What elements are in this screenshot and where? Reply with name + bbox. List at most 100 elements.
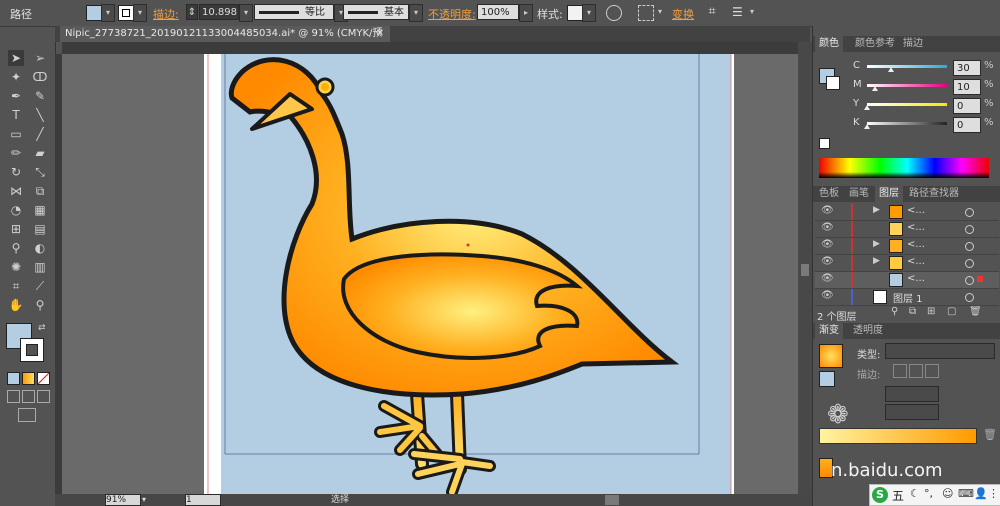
gradient-angle-field[interactable]: [885, 386, 939, 402]
perspective-grid-tool-icon[interactable]: ▦: [32, 202, 48, 218]
expand-arrow-icon[interactable]: ▶: [873, 205, 880, 215]
tab-color[interactable]: 颜色: [815, 36, 843, 52]
lasso-tool-icon[interactable]: ↀ: [32, 69, 48, 85]
none-swatch[interactable]: [819, 138, 830, 149]
gradient-preview[interactable]: [819, 344, 843, 368]
align-icon[interactable]: [638, 5, 654, 21]
layer-row[interactable]: 👁 ▶ <...: [815, 255, 999, 272]
shape-builder-tool-icon[interactable]: ◔: [8, 202, 24, 218]
zoom-tool-icon[interactable]: ⚲: [32, 297, 48, 313]
gradient-stroke-option-1[interactable]: [893, 364, 907, 378]
brush-select[interactable]: 基本: [343, 4, 409, 20]
slice-tool-icon[interactable]: ⟋: [32, 278, 48, 294]
horizontal-scroll-thumb[interactable]: [605, 495, 619, 505]
width-tool-icon[interactable]: ⋈: [8, 183, 24, 199]
channel-value-field[interactable]: 0: [953, 98, 981, 114]
selection-tool-icon[interactable]: ➤: [8, 50, 24, 66]
new-sublayer-icon[interactable]: ⊞: [927, 306, 935, 317]
layer-row[interactable]: 👁 图层 1: [815, 289, 999, 306]
draw-behind-icon[interactable]: [22, 390, 35, 403]
channel-slider-knob[interactable]: [864, 105, 870, 110]
visibility-eye-icon[interactable]: 👁: [821, 205, 834, 216]
gradient-aspect-field[interactable]: [885, 404, 939, 420]
none-mode-icon[interactable]: [37, 372, 50, 385]
free-transform-tool-icon[interactable]: ⧉: [32, 183, 48, 199]
recolor-icon[interactable]: [606, 5, 622, 21]
direct-selection-tool-icon[interactable]: ➢: [32, 50, 48, 66]
selection-indicator[interactable]: [977, 276, 983, 282]
scale-tool-icon[interactable]: ⤡: [32, 164, 48, 180]
stroke-dropdown[interactable]: ▾: [133, 4, 147, 22]
vertical-scrollbar[interactable]: [798, 42, 812, 494]
stroke-stepper[interactable]: ⇕: [186, 4, 198, 20]
layer-row[interactable]: 👁 ▶ <...: [815, 204, 999, 221]
type-tool-icon[interactable]: T: [8, 107, 24, 123]
duck-illustration[interactable]: [62, 54, 798, 494]
visibility-eye-icon[interactable]: 👁: [821, 222, 834, 233]
target-circle-icon[interactable]: [965, 276, 974, 285]
fill-dropdown[interactable]: ▾: [101, 4, 115, 22]
document-tab[interactable]: Nipic_27738721_20190121133004485034.ai* …: [60, 26, 390, 55]
rotate-tool-icon[interactable]: ↻: [8, 164, 24, 180]
artboard-number-field[interactable]: 1: [185, 494, 221, 506]
tab-pathfinder[interactable]: 路径查找器: [905, 186, 963, 202]
style-dropdown[interactable]: ▾: [582, 4, 596, 22]
swap-fill-stroke-icon[interactable]: ⇄: [38, 323, 48, 333]
ime-smile-icon[interactable]: ☺: [942, 487, 953, 500]
channel-slider-knob[interactable]: [872, 86, 878, 91]
column-graph-tool-icon[interactable]: ▥: [32, 259, 48, 275]
gradient-fill-box[interactable]: [819, 371, 835, 387]
close-tab-icon[interactable]: ✕: [376, 26, 384, 42]
channel-slider[interactable]: [867, 65, 947, 68]
ime-user-icon[interactable]: 👤: [974, 487, 988, 500]
isolate-icon[interactable]: ⌗: [704, 4, 720, 20]
stroke-profile-select[interactable]: 等比: [254, 4, 334, 20]
style-swatch[interactable]: [567, 5, 583, 21]
pencil-tool-icon[interactable]: ✏: [8, 145, 24, 161]
stroke-width-dropdown[interactable]: ▾: [239, 4, 253, 22]
eyedropper-tool-icon[interactable]: ⚲: [8, 240, 24, 256]
delete-layer-icon[interactable]: 🗑: [969, 306, 982, 317]
target-circle-icon[interactable]: [965, 259, 974, 268]
ime-moon-icon[interactable]: ☾: [910, 487, 920, 500]
pen-tool-icon[interactable]: ✒: [8, 88, 24, 104]
brush-dropdown[interactable]: ▾: [409, 4, 423, 22]
draw-normal-icon[interactable]: [7, 390, 20, 403]
expand-arrow-icon[interactable]: ▶: [873, 256, 880, 266]
gradient-tool-icon[interactable]: ▤: [32, 221, 48, 237]
tab-brushes[interactable]: 画笔: [845, 186, 873, 202]
gradient-stroke-option-2[interactable]: [909, 364, 923, 378]
channel-slider[interactable]: [867, 84, 947, 87]
ime-keyboard-icon[interactable]: ⌨: [958, 487, 974, 500]
canvas-area[interactable]: [62, 54, 798, 494]
rectangle-tool-icon[interactable]: ▭: [8, 126, 24, 142]
delete-stop-icon[interactable]: 🗑: [983, 428, 997, 441]
stroke-label[interactable]: 描边:: [153, 6, 179, 22]
expand-arrow-icon[interactable]: ▶: [873, 239, 880, 249]
channel-slider-knob[interactable]: [864, 124, 870, 129]
options-icon[interactable]: ☰: [732, 4, 746, 20]
tab-stroke[interactable]: 描边: [899, 36, 927, 52]
visibility-eye-icon[interactable]: 👁: [821, 239, 834, 250]
gradient-stroke-option-3[interactable]: [925, 364, 939, 378]
channel-value-field[interactable]: 10: [953, 79, 981, 95]
visibility-eye-icon[interactable]: 👁: [821, 273, 834, 284]
vertical-scroll-thumb[interactable]: [801, 264, 809, 276]
target-circle-icon[interactable]: [965, 293, 974, 302]
paintbrush-tool-icon[interactable]: ╱: [32, 126, 48, 142]
stroke-width-field[interactable]: 10.898: [199, 4, 239, 20]
locate-object-icon[interactable]: ⚲: [891, 306, 898, 317]
ime-punct-icon[interactable]: °,: [924, 487, 933, 500]
layer-row[interactable]: 👁 <...: [815, 272, 999, 289]
draw-inside-icon[interactable]: [37, 390, 50, 403]
opacity-label[interactable]: 不透明度:: [428, 6, 476, 22]
tab-layers[interactable]: 图层: [875, 186, 903, 202]
target-circle-icon[interactable]: [965, 208, 974, 217]
options-dropdown[interactable]: ▾: [746, 4, 758, 20]
blend-tool-icon[interactable]: ◐: [32, 240, 48, 256]
ime-grid-icon[interactable]: ⋮: [988, 487, 999, 500]
visibility-eye-icon[interactable]: 👁: [821, 290, 834, 301]
target-circle-icon[interactable]: [965, 242, 974, 251]
layer-row[interactable]: 👁 ▶ <...: [815, 238, 999, 255]
magic-wand-tool-icon[interactable]: ✦: [8, 69, 24, 85]
